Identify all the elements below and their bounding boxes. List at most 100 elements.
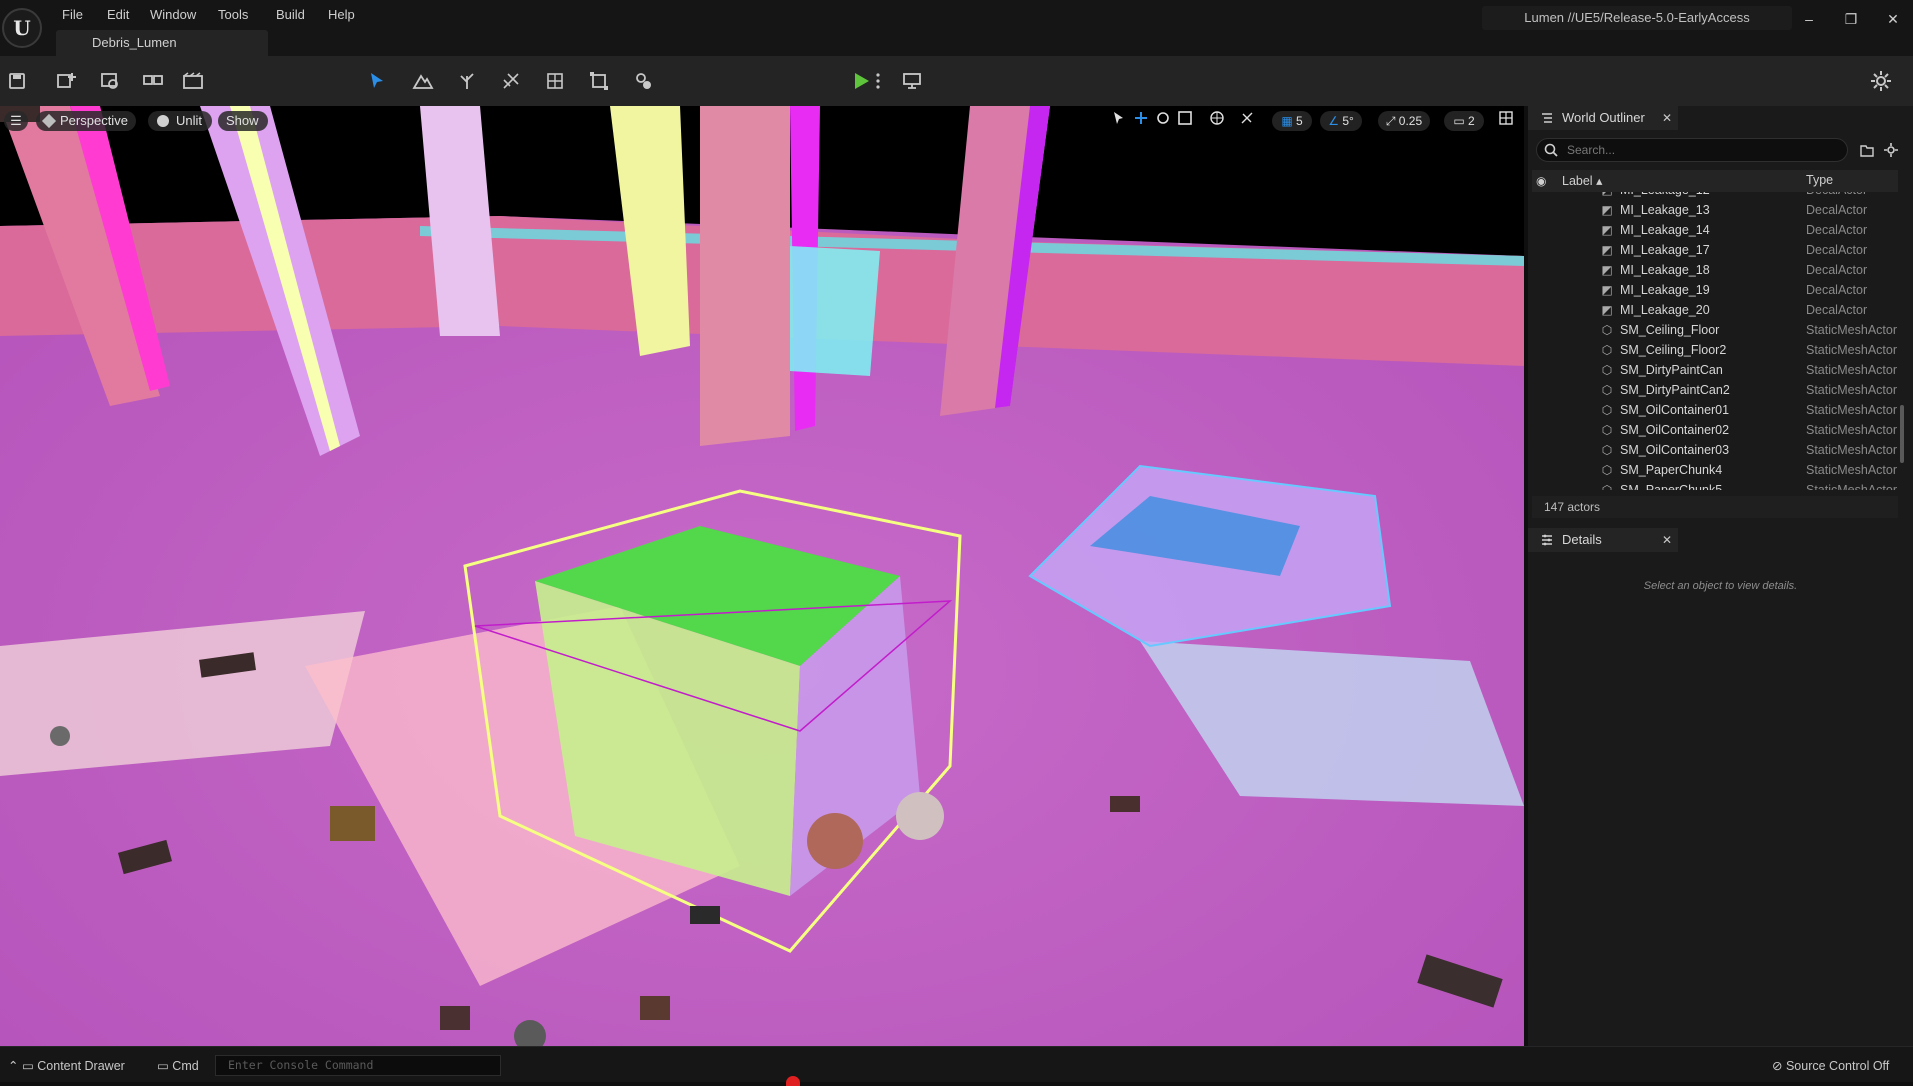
- scale-snap-icon: ⤢: [1385, 114, 1396, 128]
- actor-type: StaticMeshActor: [1806, 463, 1898, 477]
- outliner-row[interactable]: ◩ MI_Leakage_19 DecalActor: [1532, 280, 1898, 300]
- landscape-mode-icon[interactable]: [410, 68, 436, 94]
- mesh-paint-icon[interactable]: [498, 68, 524, 94]
- actor-type: DecalActor: [1806, 283, 1868, 297]
- close-details-icon[interactable]: ✕: [1662, 533, 1672, 547]
- menu-file[interactable]: File: [62, 5, 83, 25]
- outliner-row[interactable]: ⬡ SM_Ceiling_Floor StaticMeshActor: [1532, 320, 1898, 340]
- details-panel-icon: [1541, 534, 1553, 546]
- grid-snap-button[interactable]: ▦ 5: [1272, 111, 1312, 131]
- outliner-row[interactable]: ⬡ SM_PaperChunk5 StaticMeshActor: [1532, 480, 1898, 490]
- outliner-row[interactable]: ⬡ SM_DirtyPaintCan StaticMeshActor: [1532, 360, 1898, 380]
- mesh-icon: ⬡: [1601, 443, 1613, 457]
- cmd-button[interactable]: ▭ Cmd: [157, 1058, 199, 1074]
- unreal-logo-icon[interactable]: U: [2, 8, 42, 48]
- translate-tool-icon[interactable]: [1132, 111, 1150, 131]
- outliner-row[interactable]: ◩ MI_Leakage_12 DecalActor: [1532, 192, 1898, 200]
- mesh-icon: ⬡: [1601, 423, 1613, 437]
- outliner-row[interactable]: ◩ MI_Leakage_20 DecalActor: [1532, 300, 1898, 320]
- menu-window[interactable]: Window: [150, 5, 196, 25]
- column-type-header[interactable]: Type: [1806, 173, 1833, 187]
- settings-gear-icon[interactable]: [1868, 68, 1894, 94]
- brush-edit-icon[interactable]: [586, 68, 612, 94]
- actor-type: StaticMeshActor: [1806, 363, 1898, 377]
- animation-mode-icon[interactable]: [630, 68, 656, 94]
- mesh-icon: ⬡: [1601, 383, 1613, 397]
- actor-type: DecalActor: [1806, 223, 1868, 237]
- world-space-icon[interactable]: [1208, 111, 1226, 131]
- content-drawer-label: Content Drawer: [37, 1059, 125, 1073]
- save-icon[interactable]: [4, 68, 30, 94]
- outliner-row[interactable]: ⬡ SM_PaperChunk4 StaticMeshActor: [1532, 460, 1898, 480]
- column-label-header[interactable]: Label ▴: [1562, 173, 1602, 188]
- surface-snap-icon[interactable]: [1238, 111, 1256, 131]
- search-placeholder: Search...: [1567, 143, 1616, 157]
- decal-icon: ◩: [1601, 223, 1613, 237]
- source-control-label: Source Control Off: [1785, 1059, 1890, 1073]
- unlit-sphere-icon: [157, 115, 169, 127]
- minimize-button[interactable]: –: [1794, 8, 1824, 30]
- outliner-row[interactable]: ◩ MI_Leakage_14 DecalActor: [1532, 220, 1898, 240]
- grid-snap-value: 5: [1296, 114, 1303, 128]
- menu-edit[interactable]: Edit: [107, 5, 129, 25]
- outliner-scrollbar[interactable]: [1900, 405, 1904, 463]
- rotation-snap-button[interactable]: ∠ 5°: [1320, 111, 1362, 131]
- rotate-tool-icon[interactable]: [1154, 111, 1172, 131]
- outliner-settings-icon[interactable]: [1884, 143, 1898, 160]
- actor-type: DecalActor: [1806, 303, 1868, 317]
- foliage-mode-icon[interactable]: [454, 68, 480, 94]
- play-options-icon[interactable]: [872, 68, 884, 94]
- outliner-search-input[interactable]: Search...: [1536, 138, 1848, 162]
- play-icon[interactable]: [848, 68, 874, 94]
- level-tab[interactable]: Debris_Lumen: [56, 30, 268, 56]
- menu-help[interactable]: Help: [328, 5, 355, 25]
- source-control-button[interactable]: ⊘ Source Control Off: [1772, 1058, 1889, 1074]
- close-window-button[interactable]: ✕: [1878, 8, 1908, 30]
- mesh-icon: ⬡: [1601, 323, 1613, 337]
- viewport-menu-icon[interactable]: ☰: [4, 111, 28, 131]
- blueprint-icon[interactable]: [98, 68, 124, 94]
- cinematics-icon[interactable]: [140, 68, 166, 94]
- mesh-icon: ⬡: [1601, 483, 1613, 490]
- level-viewport[interactable]: [0, 106, 1524, 1046]
- menu-build[interactable]: Build: [276, 5, 305, 25]
- outliner-row[interactable]: ⬡ SM_OilContainer03 StaticMeshActor: [1532, 440, 1898, 460]
- console-command-input[interactable]: Enter Console Command: [215, 1055, 501, 1076]
- decal-icon: ◩: [1601, 243, 1613, 257]
- fracture-mode-icon[interactable]: [542, 68, 568, 94]
- menu-tools[interactable]: Tools: [218, 5, 248, 25]
- show-button[interactable]: Show: [218, 111, 268, 131]
- actor-type: DecalActor: [1806, 263, 1868, 277]
- outliner-row[interactable]: ◩ MI_Leakage_18 DecalActor: [1532, 260, 1898, 280]
- rotation-snap-icon: ∠: [1328, 114, 1339, 128]
- scale-snap-button[interactable]: ⤢ 0.25: [1378, 111, 1430, 131]
- actor-type: StaticMeshActor: [1806, 383, 1898, 397]
- sort-ascending-icon: ▴: [1596, 174, 1603, 188]
- outliner-row[interactable]: ◩ MI_Leakage_17 DecalActor: [1532, 240, 1898, 260]
- content-drawer-button[interactable]: ⌃ ▭ Content Drawer: [8, 1058, 125, 1074]
- search-icon: [1544, 143, 1558, 160]
- perspective-label: Perspective: [60, 113, 128, 128]
- platforms-icon[interactable]: [900, 68, 926, 94]
- select-tool-icon[interactable]: [1110, 111, 1128, 131]
- add-actor-icon[interactable]: [54, 68, 80, 94]
- restore-button[interactable]: ❐: [1836, 8, 1866, 30]
- sequencer-icon[interactable]: [180, 68, 206, 94]
- close-outliner-icon[interactable]: ✕: [1662, 111, 1672, 125]
- actor-label: SM_PaperChunk4: [1620, 463, 1723, 477]
- outliner-row[interactable]: ⬡ SM_Ceiling_Floor2 StaticMeshActor: [1532, 340, 1898, 360]
- terminal-icon: ▭: [157, 1059, 169, 1073]
- scale-tool-icon[interactable]: [1176, 111, 1194, 131]
- outliner-row[interactable]: ⬡ SM_OilContainer02 StaticMeshActor: [1532, 420, 1898, 440]
- select-mode-icon[interactable]: [364, 68, 390, 94]
- outliner-row[interactable]: ◩ MI_Leakage_13 DecalActor: [1532, 200, 1898, 220]
- grid-snap-icon: ▦: [1281, 114, 1293, 128]
- viewport-layout-icon[interactable]: [1496, 111, 1516, 131]
- camera-speed-value: 2: [1468, 114, 1475, 128]
- camera-speed-button[interactable]: ▭ 2: [1444, 111, 1484, 131]
- outliner-row[interactable]: ⬡ SM_DirtyPaintCan2 StaticMeshActor: [1532, 380, 1898, 400]
- new-folder-icon[interactable]: [1860, 143, 1874, 160]
- project-title: Lumen //UE5/Release-5.0-EarlyAccess: [1482, 6, 1792, 30]
- outliner-row[interactable]: ⬡ SM_OilContainer01 StaticMeshActor: [1532, 400, 1898, 420]
- visibility-eye-icon[interactable]: ◉: [1536, 174, 1546, 188]
